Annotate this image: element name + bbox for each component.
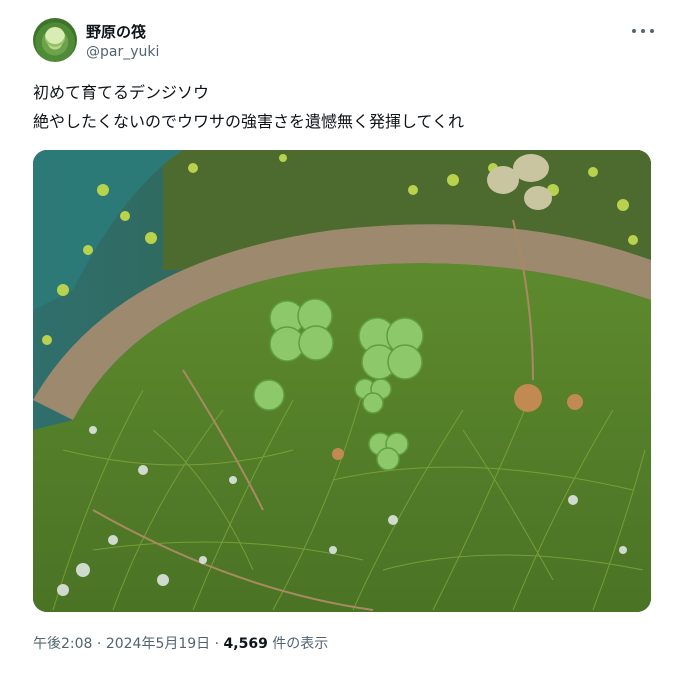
author-handle[interactable]: @par_yuki: [86, 44, 159, 60]
plant-logo-icon: [45, 27, 65, 47]
avatar[interactable]: [33, 18, 77, 62]
view-count: 4,569: [223, 636, 268, 652]
more-horizontal-icon[interactable]: [632, 26, 654, 36]
tweet-meta: 午後2:08 · 2024年5月19日 · 4,569 件の表示: [33, 633, 328, 653]
author-name[interactable]: 野原の筏: [86, 21, 146, 42]
view-count-suffix: 件の表示: [267, 636, 329, 652]
tweet-text-line-1: 初めて育てるデンジソウ: [33, 83, 210, 102]
meta-separator: ·: [92, 636, 106, 652]
meta-separator: ·: [210, 636, 224, 652]
tweet-text-line-2: 絶やしたくないのでウワサの強害さを遺憾無く発揮してくれ: [33, 112, 465, 131]
tweet-date[interactable]: 2024年5月19日: [106, 636, 210, 652]
tweet-photo[interactable]: [33, 150, 651, 612]
tweet-time[interactable]: 午後2:08: [33, 636, 92, 652]
tweet-card: 野原の筏 @par_yuki 初めて育てるデンジソウ 絶やしたくないのでウワサの…: [0, 0, 680, 682]
